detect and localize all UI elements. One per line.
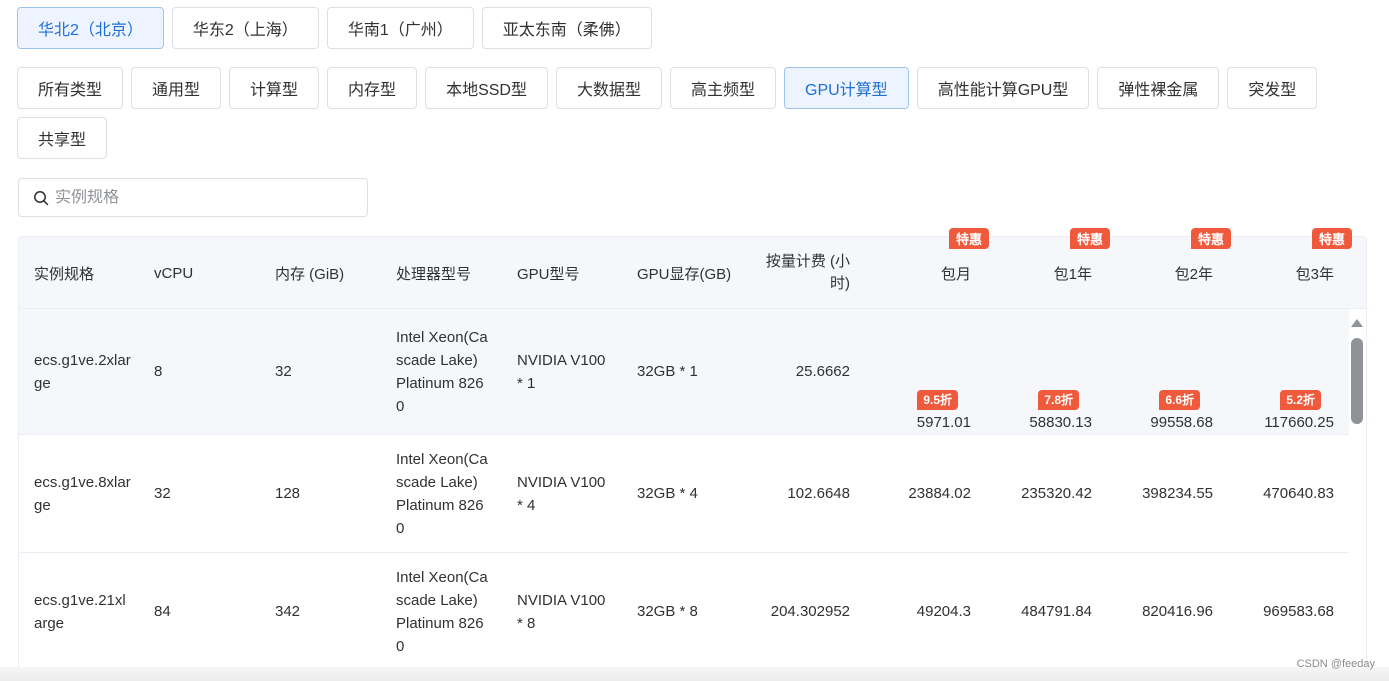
cell-vcpu: 8 bbox=[154, 363, 163, 380]
promo-badge-year2: 特惠 bbox=[1191, 228, 1232, 249]
type-filter-hpc-gpu[interactable]: 高性能计算GPU型 bbox=[916, 67, 1090, 109]
cell-spec: ecs.g1ve.8xlarge bbox=[34, 473, 131, 514]
type-filter-row-2: 共享型 bbox=[17, 117, 108, 159]
cell-monthly: 9.5折 5971.01 bbox=[859, 309, 971, 434]
cell-memory: 128 bbox=[275, 485, 301, 502]
cell-year2: 820416.96 bbox=[1142, 603, 1213, 620]
cell-year2: 6.6折 99558.68 bbox=[1099, 309, 1213, 434]
scroll-thumb[interactable] bbox=[1351, 338, 1363, 424]
cell-cpu: Intel Xeon(Cascade Lake) Platinum 8260 bbox=[396, 568, 488, 655]
cell-spec: ecs.g1ve.2xlarge bbox=[34, 351, 131, 392]
type-filter-bare-metal[interactable]: 弹性裸金属 bbox=[1097, 67, 1220, 109]
cell-gpu-mem: 32GB * 8 bbox=[637, 603, 698, 620]
cell-gpu-mem: 32GB * 4 bbox=[637, 485, 698, 502]
header-gpu-mem: GPU显存(GB) bbox=[637, 265, 732, 283]
cell-gpu: NVIDIA V100 * 8 bbox=[517, 591, 606, 632]
header-spec: 实例规格 bbox=[34, 265, 95, 283]
price-value: 5971.01 bbox=[916, 414, 971, 431]
header-cpu: 处理器型号 bbox=[396, 265, 472, 283]
table-row[interactable]: ecs.g1ve.8xlarge 32 128 Intel Xeon(Casca… bbox=[19, 435, 1349, 553]
type-filter-shared[interactable]: 共享型 bbox=[17, 117, 108, 159]
cell-hourly: 25.6662 bbox=[795, 363, 850, 380]
cell-vcpu: 32 bbox=[154, 485, 171, 502]
cell-cpu: Intel Xeon(Cascade Lake) Platinum 8260 bbox=[396, 450, 488, 537]
discount-badge: 5.2折 bbox=[1280, 390, 1321, 410]
discount-badge: 7.8折 bbox=[1038, 390, 1079, 410]
promo-badge-year3: 特惠 bbox=[1312, 228, 1353, 249]
cell-gpu: NVIDIA V100 * 1 bbox=[517, 351, 606, 392]
instance-table: 实例规格 vCPU 内存 (GiB) 处理器型号 GPU型号 GPU显存(GB)… bbox=[18, 236, 1367, 681]
type-filter-high-clock[interactable]: 高主频型 bbox=[669, 67, 776, 109]
type-filter-row: 所有类型 通用型 计算型 内存型 本地SSD型 大数据型 高主频型 GPU计算型… bbox=[17, 67, 1318, 109]
cell-year1: 7.8折 58830.13 bbox=[979, 309, 1092, 434]
type-filter-all[interactable]: 所有类型 bbox=[17, 67, 124, 109]
header-gpu: GPU型号 bbox=[517, 265, 580, 283]
promo-badge-monthly: 特惠 bbox=[949, 228, 990, 249]
scroll-up-arrow-icon[interactable] bbox=[1351, 319, 1363, 327]
cell-year1: 235320.42 bbox=[1021, 485, 1092, 502]
type-filter-big-data[interactable]: 大数据型 bbox=[555, 67, 662, 109]
type-filter-local-ssd[interactable]: 本地SSD型 bbox=[425, 67, 548, 109]
header-vcpu: vCPU bbox=[154, 264, 194, 282]
cell-year3: 470640.83 bbox=[1263, 485, 1334, 502]
cell-year1: 484791.84 bbox=[1021, 603, 1092, 620]
price-value: 99558.68 bbox=[1150, 414, 1213, 431]
cell-monthly: 49204.3 bbox=[916, 603, 971, 620]
cell-memory: 32 bbox=[275, 363, 292, 380]
page-bottom-edge bbox=[0, 667, 1389, 681]
type-filter-burst[interactable]: 突发型 bbox=[1227, 67, 1318, 109]
type-filter-compute[interactable]: 计算型 bbox=[229, 67, 320, 109]
table-row[interactable]: ecs.g1ve.21xlarge 84 342 Intel Xeon(Casc… bbox=[19, 553, 1349, 671]
cell-memory: 342 bbox=[275, 603, 301, 620]
cell-hourly: 102.6648 bbox=[787, 485, 850, 502]
header-hourly: 按量计费 (小 时) bbox=[749, 237, 850, 309]
table-scrollbar[interactable] bbox=[1347, 316, 1367, 676]
price-value: 58830.13 bbox=[1029, 414, 1092, 431]
search-icon bbox=[34, 190, 49, 205]
search-input[interactable] bbox=[55, 188, 345, 207]
region-tabs: 华北2（北京） 华东2（上海） 华南1（广州） 亚太东南（柔佛） bbox=[17, 7, 652, 49]
watermark: CSDN @feeday bbox=[1296, 658, 1375, 670]
cell-gpu: NVIDIA V100 * 4 bbox=[517, 473, 606, 514]
search-box bbox=[18, 178, 368, 217]
header-memory: 内存 (GiB) bbox=[275, 265, 345, 283]
type-filter-memory[interactable]: 内存型 bbox=[327, 67, 418, 109]
cell-vcpu: 84 bbox=[154, 603, 171, 620]
region-tab-beijing[interactable]: 华北2（北京） bbox=[17, 7, 164, 49]
table-row[interactable]: ecs.g1ve.2xlarge 8 32 Intel Xeon(Cascade… bbox=[19, 309, 1349, 435]
table-header: 实例规格 vCPU 内存 (GiB) 处理器型号 GPU型号 GPU显存(GB)… bbox=[19, 237, 1366, 309]
price-value: 117660.25 bbox=[1264, 414, 1334, 431]
cell-hourly: 204.302952 bbox=[770, 603, 850, 620]
cell-year2: 398234.55 bbox=[1142, 485, 1213, 502]
discount-badge: 6.6折 bbox=[1159, 390, 1200, 410]
cell-cpu: Intel Xeon(Cascade Lake) Platinum 8260 bbox=[396, 328, 488, 415]
cell-year3: 969583.68 bbox=[1263, 603, 1334, 620]
cell-spec: ecs.g1ve.21xlarge bbox=[34, 591, 126, 632]
type-filter-general[interactable]: 通用型 bbox=[131, 67, 222, 109]
header-hourly-line2: 时) bbox=[830, 275, 850, 292]
cell-year3: 5.2折 117660.25 bbox=[1219, 309, 1334, 434]
cell-gpu-mem: 32GB * 1 bbox=[637, 363, 698, 380]
region-tab-shanghai[interactable]: 华东2（上海） bbox=[171, 7, 319, 49]
header-hourly-line1: 按量计费 (小 bbox=[765, 253, 850, 270]
region-tab-guangzhou[interactable]: 华南1（广州） bbox=[326, 7, 474, 49]
promo-badge-year1: 特惠 bbox=[1070, 228, 1111, 249]
type-filter-gpu-compute[interactable]: GPU计算型 bbox=[784, 67, 909, 109]
cell-monthly: 23884.02 bbox=[908, 485, 971, 502]
discount-badge: 9.5折 bbox=[917, 390, 958, 410]
region-tab-johor[interactable]: 亚太东南（柔佛） bbox=[481, 7, 652, 49]
